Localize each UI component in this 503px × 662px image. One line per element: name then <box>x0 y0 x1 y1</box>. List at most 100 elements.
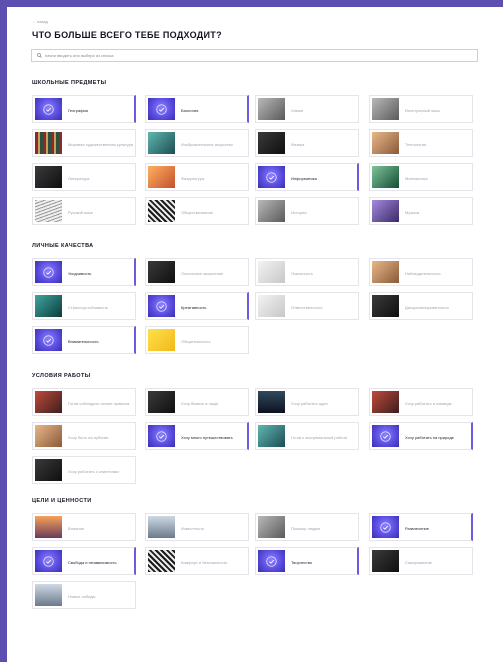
option-card[interactable]: Биология <box>145 95 249 123</box>
option-label: Обществознание <box>181 209 213 215</box>
option-thumbnail <box>258 132 285 154</box>
option-card[interactable]: Хочу бывать в чаще <box>145 388 249 416</box>
option-label: Ответственность <box>291 304 323 310</box>
search-icon <box>37 53 42 58</box>
option-card[interactable]: География <box>32 95 136 123</box>
option-card[interactable]: Влияние <box>32 513 136 541</box>
option-thumbnail <box>258 425 285 447</box>
option-thumbnail <box>148 550 175 572</box>
option-card[interactable]: Обществознание <box>145 197 249 225</box>
option-card[interactable]: Творчество <box>255 547 359 575</box>
option-card[interactable]: Дисциплинированность <box>369 292 473 320</box>
option-thumbnail <box>372 516 399 538</box>
option-label: Хочу быть на публике <box>68 434 109 440</box>
option-thumbnail <box>372 200 399 222</box>
option-thumbnail <box>35 166 62 188</box>
option-card[interactable]: Хочу работать на природе <box>369 422 473 450</box>
option-card[interactable]: Помощь людям <box>255 513 359 541</box>
option-label: Дисциплинированность <box>405 304 449 310</box>
back-link[interactable]: ← назад <box>32 19 48 24</box>
option-card[interactable]: Новые победы <box>32 581 136 609</box>
option-card[interactable]: Креативность <box>145 292 249 320</box>
search-box[interactable] <box>31 49 478 62</box>
option-label: Иностранный язык <box>405 107 440 113</box>
option-thumbnail <box>148 98 175 120</box>
option-card[interactable]: Стрессоустойчивость <box>32 292 136 320</box>
option-label: География <box>68 107 88 113</box>
option-card[interactable]: Логическое мышление <box>145 258 249 286</box>
option-thumbnail <box>372 425 399 447</box>
option-thumbnail <box>372 261 399 283</box>
option-card[interactable]: Физика <box>255 129 359 157</box>
check-icon <box>380 431 391 442</box>
option-thumbnail <box>148 166 175 188</box>
option-card[interactable]: Лояльность <box>255 258 359 286</box>
option-label: Готов соблюдать четкие правила <box>68 400 130 406</box>
search-input[interactable] <box>45 50 465 61</box>
option-card[interactable]: Хочу быть на публике <box>32 422 136 450</box>
option-label: Творчество <box>291 559 313 565</box>
option-card[interactable]: Готов к экстремальной работе <box>255 422 359 450</box>
option-card[interactable]: Развлечение <box>369 513 473 541</box>
option-thumbnail <box>258 200 285 222</box>
check-icon <box>43 556 54 567</box>
option-card[interactable]: Хочу работать один <box>255 388 359 416</box>
option-label: Биология <box>181 107 199 113</box>
option-thumbnail <box>35 98 62 120</box>
option-card[interactable]: Мировая художественная культура <box>32 129 136 157</box>
option-card[interactable]: Изобразительное искусство <box>145 129 249 157</box>
option-card[interactable]: Химия <box>255 95 359 123</box>
section-title: ШКОЛЬНЫЕ ПРЕДМЕТЫ <box>32 80 107 86</box>
option-thumbnail <box>35 261 62 283</box>
option-thumbnail <box>35 295 62 317</box>
option-card[interactable]: Общительность <box>145 326 249 354</box>
option-thumbnail <box>148 200 175 222</box>
page-title: ЧТО БОЛЬШЕ ВСЕГО ТЕБЕ ПОДХОДИТ? <box>32 30 222 40</box>
option-thumbnail <box>258 261 285 283</box>
option-label: Хочу работать на природе <box>405 434 454 440</box>
option-thumbnail <box>35 425 62 447</box>
option-label: Технология <box>405 141 427 147</box>
option-label: Лояльность <box>291 270 313 276</box>
option-thumbnail <box>35 459 62 481</box>
option-card[interactable]: Саморазвитие <box>369 547 473 575</box>
option-card[interactable]: Известность <box>145 513 249 541</box>
option-card[interactable]: Комфорт и безопасность <box>145 547 249 575</box>
check-icon <box>156 301 167 312</box>
option-card[interactable]: Иностранный язык <box>369 95 473 123</box>
option-card[interactable]: Свобода и независимость <box>32 547 136 575</box>
option-label: Новые победы <box>68 593 96 599</box>
option-card[interactable]: Внимательность <box>32 326 136 354</box>
option-card[interactable]: Готов соблюдать четкие правила <box>32 388 136 416</box>
option-card[interactable]: История <box>255 197 359 225</box>
option-card[interactable]: Хочу работать с клиентами <box>32 456 136 484</box>
option-card[interactable]: Хочу много путешествовать <box>145 422 249 450</box>
option-card[interactable]: Наблюдательность <box>369 258 473 286</box>
option-label: Помощь людям <box>291 525 321 531</box>
option-card[interactable]: Технология <box>369 129 473 157</box>
option-label: Хочу бывать в чаще <box>181 400 219 406</box>
option-label: Хочу работать с клиентами <box>68 468 119 474</box>
option-thumbnail <box>148 329 175 351</box>
option-thumbnail <box>35 132 62 154</box>
option-card[interactable]: Русский язык <box>32 197 136 225</box>
option-card[interactable]: Хочу работать в команде <box>369 388 473 416</box>
option-thumbnail <box>372 295 399 317</box>
option-card[interactable]: Информатика <box>255 163 359 191</box>
option-card[interactable]: Музыка <box>369 197 473 225</box>
option-card[interactable]: Литература <box>32 163 136 191</box>
option-thumbnail <box>148 132 175 154</box>
option-card[interactable]: Математика <box>369 163 473 191</box>
section-title: ЦЕЛИ И ЦЕННОСТИ <box>32 498 92 504</box>
option-thumbnail <box>258 98 285 120</box>
option-label: Саморазвитие <box>405 559 433 565</box>
option-thumbnail <box>35 329 62 351</box>
option-thumbnail <box>35 584 62 606</box>
option-label: Внимательность <box>68 338 99 344</box>
option-label: Информатика <box>291 175 317 181</box>
option-card[interactable]: Физкультура <box>145 163 249 191</box>
check-icon <box>43 335 54 346</box>
option-label: Наблюдательность <box>405 270 441 276</box>
option-card[interactable]: Усидчивость <box>32 258 136 286</box>
option-card[interactable]: Ответственность <box>255 292 359 320</box>
